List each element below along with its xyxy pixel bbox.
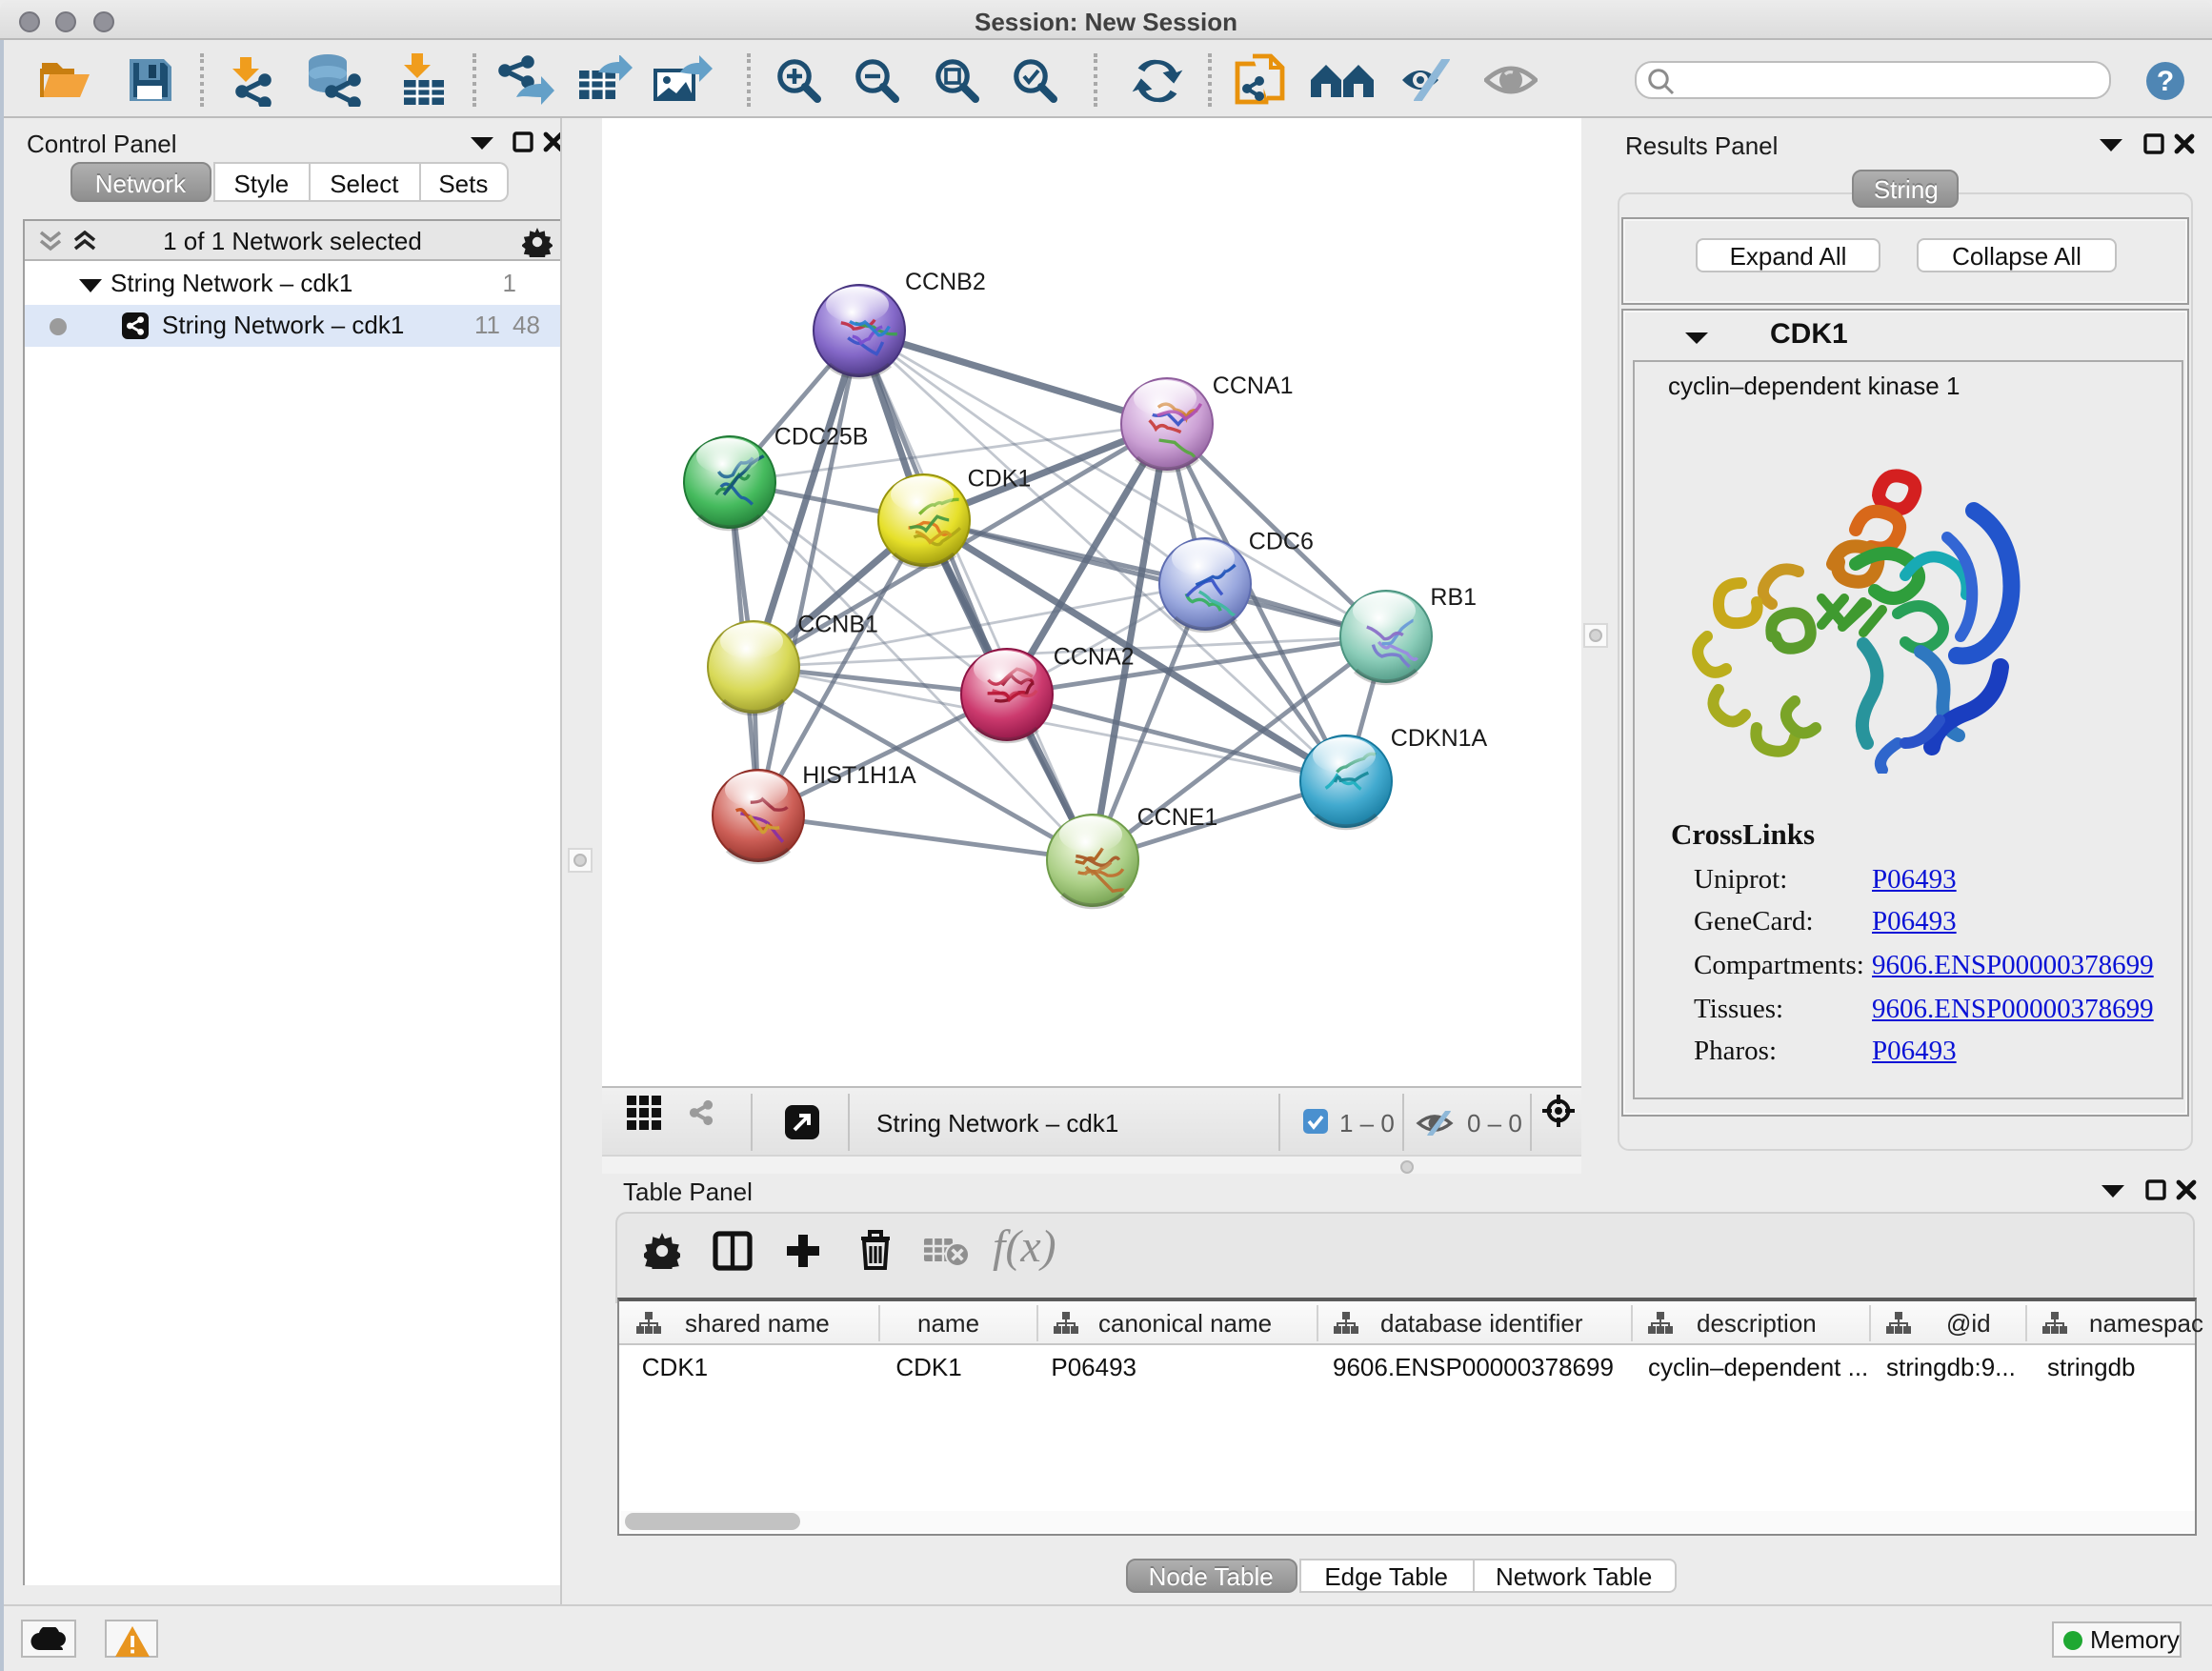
svg-text:CDC6: CDC6 [1249,528,1314,554]
svg-text:CCNB1: CCNB1 [797,611,878,637]
svg-text:RB1: RB1 [1430,584,1477,611]
svg-text:CCNB2: CCNB2 [905,269,986,295]
svg-text:CCNA1: CCNA1 [1213,372,1294,399]
svg-text:CCNA2: CCNA2 [1054,644,1135,671]
svg-text:CCNE1: CCNE1 [1137,804,1218,831]
svg-text:CDC25B: CDC25B [774,424,869,451]
svg-text:HIST1H1A: HIST1H1A [802,762,916,789]
svg-text:CDKN1A: CDKN1A [1391,725,1488,752]
svg-text:CDK1: CDK1 [968,466,1032,493]
svg-text:?: ? [2157,65,2174,96]
